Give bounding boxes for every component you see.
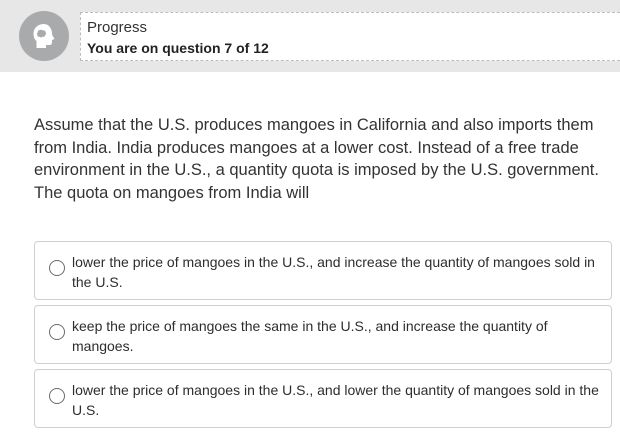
brain-head-icon — [33, 24, 55, 48]
answer-option-2[interactable]: keep the price of mangoes the same in th… — [34, 305, 612, 364]
progress-label: Progress — [87, 19, 148, 36]
answer-option-label: lower the price of mangoes in the U.S., … — [72, 254, 595, 290]
answer-option-1[interactable]: lower the price of mangoes in the U.S., … — [34, 241, 612, 300]
radio-button[interactable] — [49, 388, 65, 404]
progress-header: Progress You are on question 7 of 12 — [0, 0, 620, 72]
question-text: Assume that the U.S. produces mangoes in… — [34, 116, 599, 202]
answer-option-label: lower the price of mangoes in the U.S., … — [72, 382, 599, 418]
avatar — [19, 11, 69, 61]
radio-button[interactable] — [49, 260, 65, 276]
answer-option-label: keep the price of mangoes the same in th… — [72, 318, 548, 354]
radio-button[interactable] — [49, 324, 65, 340]
progress-box: Progress You are on question 7 of 12 — [80, 12, 620, 61]
progress-text: You are on question 7 of 12 — [87, 40, 269, 56]
answer-option-3[interactable]: lower the price of mangoes in the U.S., … — [34, 369, 612, 428]
